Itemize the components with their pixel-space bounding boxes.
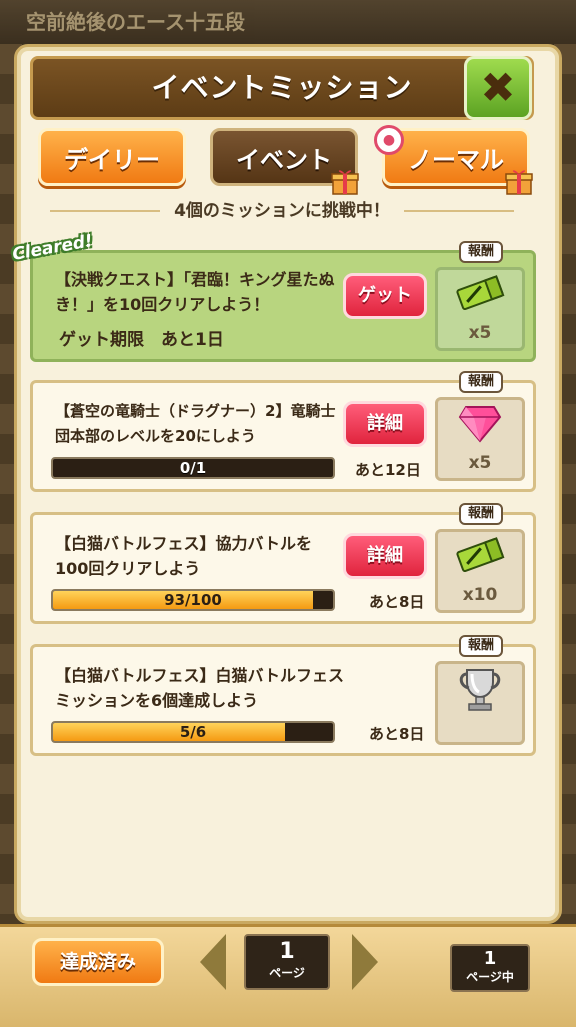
total-pages: 1 ページ中: [450, 944, 530, 992]
reward-quantity: x10: [462, 585, 498, 605]
current-page-unit: ページ: [269, 966, 305, 980]
current-page-number: 1: [279, 939, 295, 964]
ticket-icon: [453, 273, 507, 313]
reward-label: 報酬: [459, 635, 503, 657]
gift-icon: [505, 170, 533, 195]
progress-text: 93/100: [164, 591, 222, 609]
progress-text: 0/1: [179, 459, 207, 477]
total-pages-number: 1: [483, 948, 497, 969]
details-button[interactable]: 詳細: [343, 401, 427, 447]
mission-deadline: ゲット期限 あと1日: [59, 330, 224, 350]
mission-card: 【白猫バトルフェス】協力バトルを100回クリアしよう 93/100 詳細 あと8…: [30, 503, 536, 624]
get-button[interactable]: ゲット: [343, 273, 427, 319]
dialog-title: イベントミッション: [151, 71, 413, 104]
next-page-arrow-icon[interactable]: [352, 934, 378, 990]
total-pages-unit: ページ中: [466, 970, 514, 984]
completed-button[interactable]: 達成済み: [32, 938, 164, 986]
mission-text: 【蒼空の竜騎士（ドラグナー）2】竜騎士団本部のレベルを20にしよう: [55, 402, 336, 445]
reward-quantity: x5: [468, 453, 492, 473]
mission-card: 【蒼空の竜騎士（ドラグナー）2】竜騎士団本部のレベルを20にしよう 0/1 詳細…: [30, 371, 536, 492]
time-remaining: あと8日: [369, 725, 425, 743]
close-button[interactable]: ✖: [464, 56, 532, 120]
reward-quantity: x5: [468, 323, 492, 343]
gift-icon: [331, 170, 359, 195]
progress-bar: 93/100: [51, 589, 335, 611]
reward-label: 報酬: [459, 241, 503, 263]
mission-card: 【白猫バトルフェス】白猫バトルフェスミッションを6個達成しよう 5/6 あと8日…: [30, 635, 536, 756]
time-remaining: あと8日: [369, 593, 425, 611]
mission-card: 【決戦クエスト】「君臨！キング星たぬき！」を10回クリアしよう！ ゲット期限 あ…: [30, 241, 536, 362]
close-icon: ✖: [480, 63, 516, 112]
paw-icon: ●: [374, 125, 404, 155]
tab-daily[interactable]: デイリー: [38, 128, 186, 186]
progress-bar: 5/6: [51, 721, 335, 743]
trophy-icon: [453, 669, 507, 711]
current-page: 1 ページ: [244, 934, 330, 990]
challenge-count: 4個のミッションに挑戦中！: [30, 196, 534, 226]
prev-page-arrow-icon[interactable]: [200, 934, 226, 990]
progress-text: 5/6: [179, 723, 207, 741]
gem-icon: [453, 403, 507, 443]
background-header: 空前絶後のエース十五段: [0, 0, 576, 44]
progress-bar: 0/1: [51, 457, 335, 479]
reward-label: 報酬: [459, 503, 503, 525]
time-remaining: あと12日: [355, 461, 421, 479]
mission-text: 【白猫バトルフェス】協力バトルを100回クリアしよう: [55, 534, 312, 578]
reward-label: 報酬: [459, 371, 503, 393]
mission-text: 【白猫バトルフェス】白猫バトルフェスミッションを6個達成しよう: [55, 666, 344, 710]
mission-text: 【決戦クエスト】「君臨！キング星たぬき！」を10回クリアしよう！: [55, 270, 335, 314]
details-button[interactable]: 詳細: [343, 533, 427, 579]
ticket-icon: [453, 535, 507, 575]
